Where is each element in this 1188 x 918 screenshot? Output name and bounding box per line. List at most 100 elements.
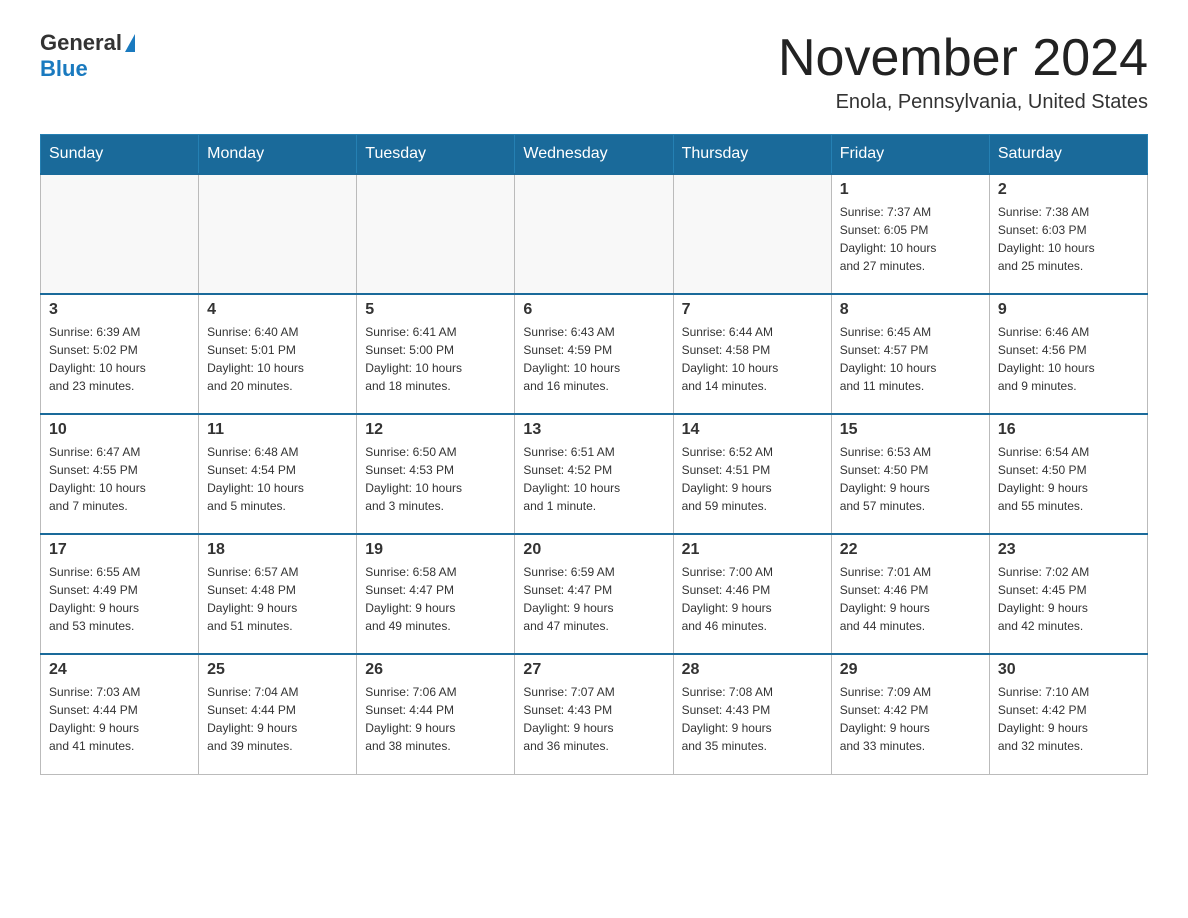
day-number: 1 bbox=[840, 181, 981, 199]
week-row-2: 3 Sunrise: 6:39 AM Sunset: 5:02 PM Daylig… bbox=[41, 294, 1148, 414]
day-info: Sunrise: 7:03 AM Sunset: 4:44 PM Dayligh… bbox=[49, 683, 190, 755]
day-info: Sunrise: 6:55 AM Sunset: 4:49 PM Dayligh… bbox=[49, 563, 190, 635]
day-number: 3 bbox=[49, 301, 190, 319]
day-cell: 13 Sunrise: 6:51 AM Sunset: 4:52 PM Dayli… bbox=[515, 414, 673, 534]
calendar-table: SundayMondayTuesdayWednesdayThursdayFrid… bbox=[40, 134, 1148, 775]
day-number: 15 bbox=[840, 421, 981, 439]
day-cell: 8 Sunrise: 6:45 AM Sunset: 4:57 PM Daylig… bbox=[831, 294, 989, 414]
day-number: 14 bbox=[682, 421, 823, 439]
day-number: 11 bbox=[207, 421, 348, 439]
weekday-header-tuesday: Tuesday bbox=[357, 135, 515, 175]
day-number: 16 bbox=[998, 421, 1139, 439]
week-row-3: 10Sunrise: 6:47 AM Sunset: 4:55 PM Dayli… bbox=[41, 414, 1148, 534]
day-cell: 26Sunrise: 7:06 AM Sunset: 4:44 PM Dayli… bbox=[357, 654, 515, 774]
logo: General Blue bbox=[40, 30, 135, 82]
day-number: 7 bbox=[682, 301, 823, 319]
day-cell: 1Sunrise: 7:37 AM Sunset: 6:05 PM Daylig… bbox=[831, 174, 989, 294]
day-number: 24 bbox=[49, 661, 190, 679]
day-cell: 19 Sunrise: 6:58 AM Sunset: 4:47 PM Dayli… bbox=[357, 534, 515, 654]
day-cell: 4Sunrise: 6:40 AM Sunset: 5:01 PM Daylig… bbox=[199, 294, 357, 414]
weekday-header-row: SundayMondayTuesdayWednesdayThursdayFrid… bbox=[41, 135, 1148, 175]
weekday-header-saturday: Saturday bbox=[989, 135, 1147, 175]
week-row-5: 24 Sunrise: 7:03 AM Sunset: 4:44 PM Dayli… bbox=[41, 654, 1148, 774]
day-info: Sunrise: 7:09 AM Sunset: 4:42 PM Dayligh… bbox=[840, 683, 981, 755]
day-cell: 15 Sunrise: 6:53 AM Sunset: 4:50 PM Dayli… bbox=[831, 414, 989, 534]
day-info: Sunrise: 6:50 AM Sunset: 4:53 PM Dayligh… bbox=[365, 443, 506, 515]
day-info: Sunrise: 6:53 AM Sunset: 4:50 PM Dayligh… bbox=[840, 443, 981, 515]
day-number: 19 bbox=[365, 541, 506, 559]
page-header: General Blue November 2024 Enola, Pennsy… bbox=[40, 30, 1148, 114]
day-number: 25 bbox=[207, 661, 348, 679]
day-number: 8 bbox=[840, 301, 981, 319]
day-number: 5 bbox=[365, 301, 506, 319]
day-info: Sunrise: 6:44 AM Sunset: 4:58 PM Dayligh… bbox=[682, 323, 823, 395]
day-cell: 14 Sunrise: 6:52 AM Sunset: 4:51 PM Dayli… bbox=[673, 414, 831, 534]
day-info: Sunrise: 7:00 AM Sunset: 4:46 PM Dayligh… bbox=[682, 563, 823, 635]
week-row-4: 17 Sunrise: 6:55 AM Sunset: 4:49 PM Dayli… bbox=[41, 534, 1148, 654]
day-cell bbox=[673, 174, 831, 294]
day-cell bbox=[515, 174, 673, 294]
day-cell: 17 Sunrise: 6:55 AM Sunset: 4:49 PM Dayli… bbox=[41, 534, 199, 654]
day-cell: 11 Sunrise: 6:48 AM Sunset: 4:54 PM Dayli… bbox=[199, 414, 357, 534]
day-info: Sunrise: 6:59 AM Sunset: 4:47 PM Dayligh… bbox=[523, 563, 664, 635]
location-text: Enola, Pennsylvania, United States bbox=[778, 91, 1148, 114]
day-info: Sunrise: 6:45 AM Sunset: 4:57 PM Dayligh… bbox=[840, 323, 981, 395]
day-info: Sunrise: 6:39 AM Sunset: 5:02 PM Dayligh… bbox=[49, 323, 190, 395]
day-cell: 3 Sunrise: 6:39 AM Sunset: 5:02 PM Daylig… bbox=[41, 294, 199, 414]
day-number: 9 bbox=[998, 301, 1139, 319]
day-info: Sunrise: 7:10 AM Sunset: 4:42 PM Dayligh… bbox=[998, 683, 1139, 755]
day-cell: 7 Sunrise: 6:44 AM Sunset: 4:58 PM Daylig… bbox=[673, 294, 831, 414]
day-number: 23 bbox=[998, 541, 1139, 559]
day-cell: 9 Sunrise: 6:46 AM Sunset: 4:56 PM Daylig… bbox=[989, 294, 1147, 414]
weekday-header-sunday: Sunday bbox=[41, 135, 199, 175]
logo-triangle-icon bbox=[125, 34, 135, 52]
day-info: Sunrise: 6:43 AM Sunset: 4:59 PM Dayligh… bbox=[523, 323, 664, 395]
day-cell: 6 Sunrise: 6:43 AM Sunset: 4:59 PM Daylig… bbox=[515, 294, 673, 414]
day-info: Sunrise: 7:01 AM Sunset: 4:46 PM Dayligh… bbox=[840, 563, 981, 635]
day-cell: 28 Sunrise: 7:08 AM Sunset: 4:43 PM Dayli… bbox=[673, 654, 831, 774]
day-number: 18 bbox=[207, 541, 348, 559]
day-number: 21 bbox=[682, 541, 823, 559]
day-number: 28 bbox=[682, 661, 823, 679]
day-info: Sunrise: 6:47 AM Sunset: 4:55 PM Dayligh… bbox=[49, 443, 190, 515]
day-info: Sunrise: 7:02 AM Sunset: 4:45 PM Dayligh… bbox=[998, 563, 1139, 635]
day-cell: 5 Sunrise: 6:41 AM Sunset: 5:00 PM Daylig… bbox=[357, 294, 515, 414]
day-cell bbox=[357, 174, 515, 294]
day-number: 12 bbox=[365, 421, 506, 439]
day-number: 30 bbox=[998, 661, 1139, 679]
day-cell: 27Sunrise: 7:07 AM Sunset: 4:43 PM Dayli… bbox=[515, 654, 673, 774]
day-info: Sunrise: 7:06 AM Sunset: 4:44 PM Dayligh… bbox=[365, 683, 506, 755]
day-info: Sunrise: 6:41 AM Sunset: 5:00 PM Dayligh… bbox=[365, 323, 506, 395]
day-info: Sunrise: 7:08 AM Sunset: 4:43 PM Dayligh… bbox=[682, 683, 823, 755]
title-block: November 2024 Enola, Pennsylvania, Unite… bbox=[778, 30, 1148, 114]
day-number: 13 bbox=[523, 421, 664, 439]
day-info: Sunrise: 7:04 AM Sunset: 4:44 PM Dayligh… bbox=[207, 683, 348, 755]
day-info: Sunrise: 7:38 AM Sunset: 6:03 PM Dayligh… bbox=[998, 203, 1139, 275]
day-info: Sunrise: 6:48 AM Sunset: 4:54 PM Dayligh… bbox=[207, 443, 348, 515]
day-cell: 22 Sunrise: 7:01 AM Sunset: 4:46 PM Dayli… bbox=[831, 534, 989, 654]
day-number: 17 bbox=[49, 541, 190, 559]
day-cell bbox=[41, 174, 199, 294]
day-cell: 10Sunrise: 6:47 AM Sunset: 4:55 PM Dayli… bbox=[41, 414, 199, 534]
logo-general-text: General bbox=[40, 30, 122, 56]
day-cell: 23 Sunrise: 7:02 AM Sunset: 4:45 PM Dayli… bbox=[989, 534, 1147, 654]
day-cell: 25 Sunrise: 7:04 AM Sunset: 4:44 PM Dayli… bbox=[199, 654, 357, 774]
day-number: 2 bbox=[998, 181, 1139, 199]
logo-blue-text: Blue bbox=[40, 56, 88, 82]
day-info: Sunrise: 6:58 AM Sunset: 4:47 PM Dayligh… bbox=[365, 563, 506, 635]
day-cell: 21 Sunrise: 7:00 AM Sunset: 4:46 PM Dayli… bbox=[673, 534, 831, 654]
weekday-header-friday: Friday bbox=[831, 135, 989, 175]
week-row-1: 1Sunrise: 7:37 AM Sunset: 6:05 PM Daylig… bbox=[41, 174, 1148, 294]
day-number: 22 bbox=[840, 541, 981, 559]
day-cell: 29Sunrise: 7:09 AM Sunset: 4:42 PM Dayli… bbox=[831, 654, 989, 774]
day-number: 6 bbox=[523, 301, 664, 319]
weekday-header-wednesday: Wednesday bbox=[515, 135, 673, 175]
day-cell: 2 Sunrise: 7:38 AM Sunset: 6:03 PM Daylig… bbox=[989, 174, 1147, 294]
day-info: Sunrise: 6:52 AM Sunset: 4:51 PM Dayligh… bbox=[682, 443, 823, 515]
day-number: 20 bbox=[523, 541, 664, 559]
day-info: Sunrise: 6:46 AM Sunset: 4:56 PM Dayligh… bbox=[998, 323, 1139, 395]
weekday-header-thursday: Thursday bbox=[673, 135, 831, 175]
day-info: Sunrise: 6:40 AM Sunset: 5:01 PM Dayligh… bbox=[207, 323, 348, 395]
day-info: Sunrise: 6:51 AM Sunset: 4:52 PM Dayligh… bbox=[523, 443, 664, 515]
day-cell: 12 Sunrise: 6:50 AM Sunset: 4:53 PM Dayli… bbox=[357, 414, 515, 534]
